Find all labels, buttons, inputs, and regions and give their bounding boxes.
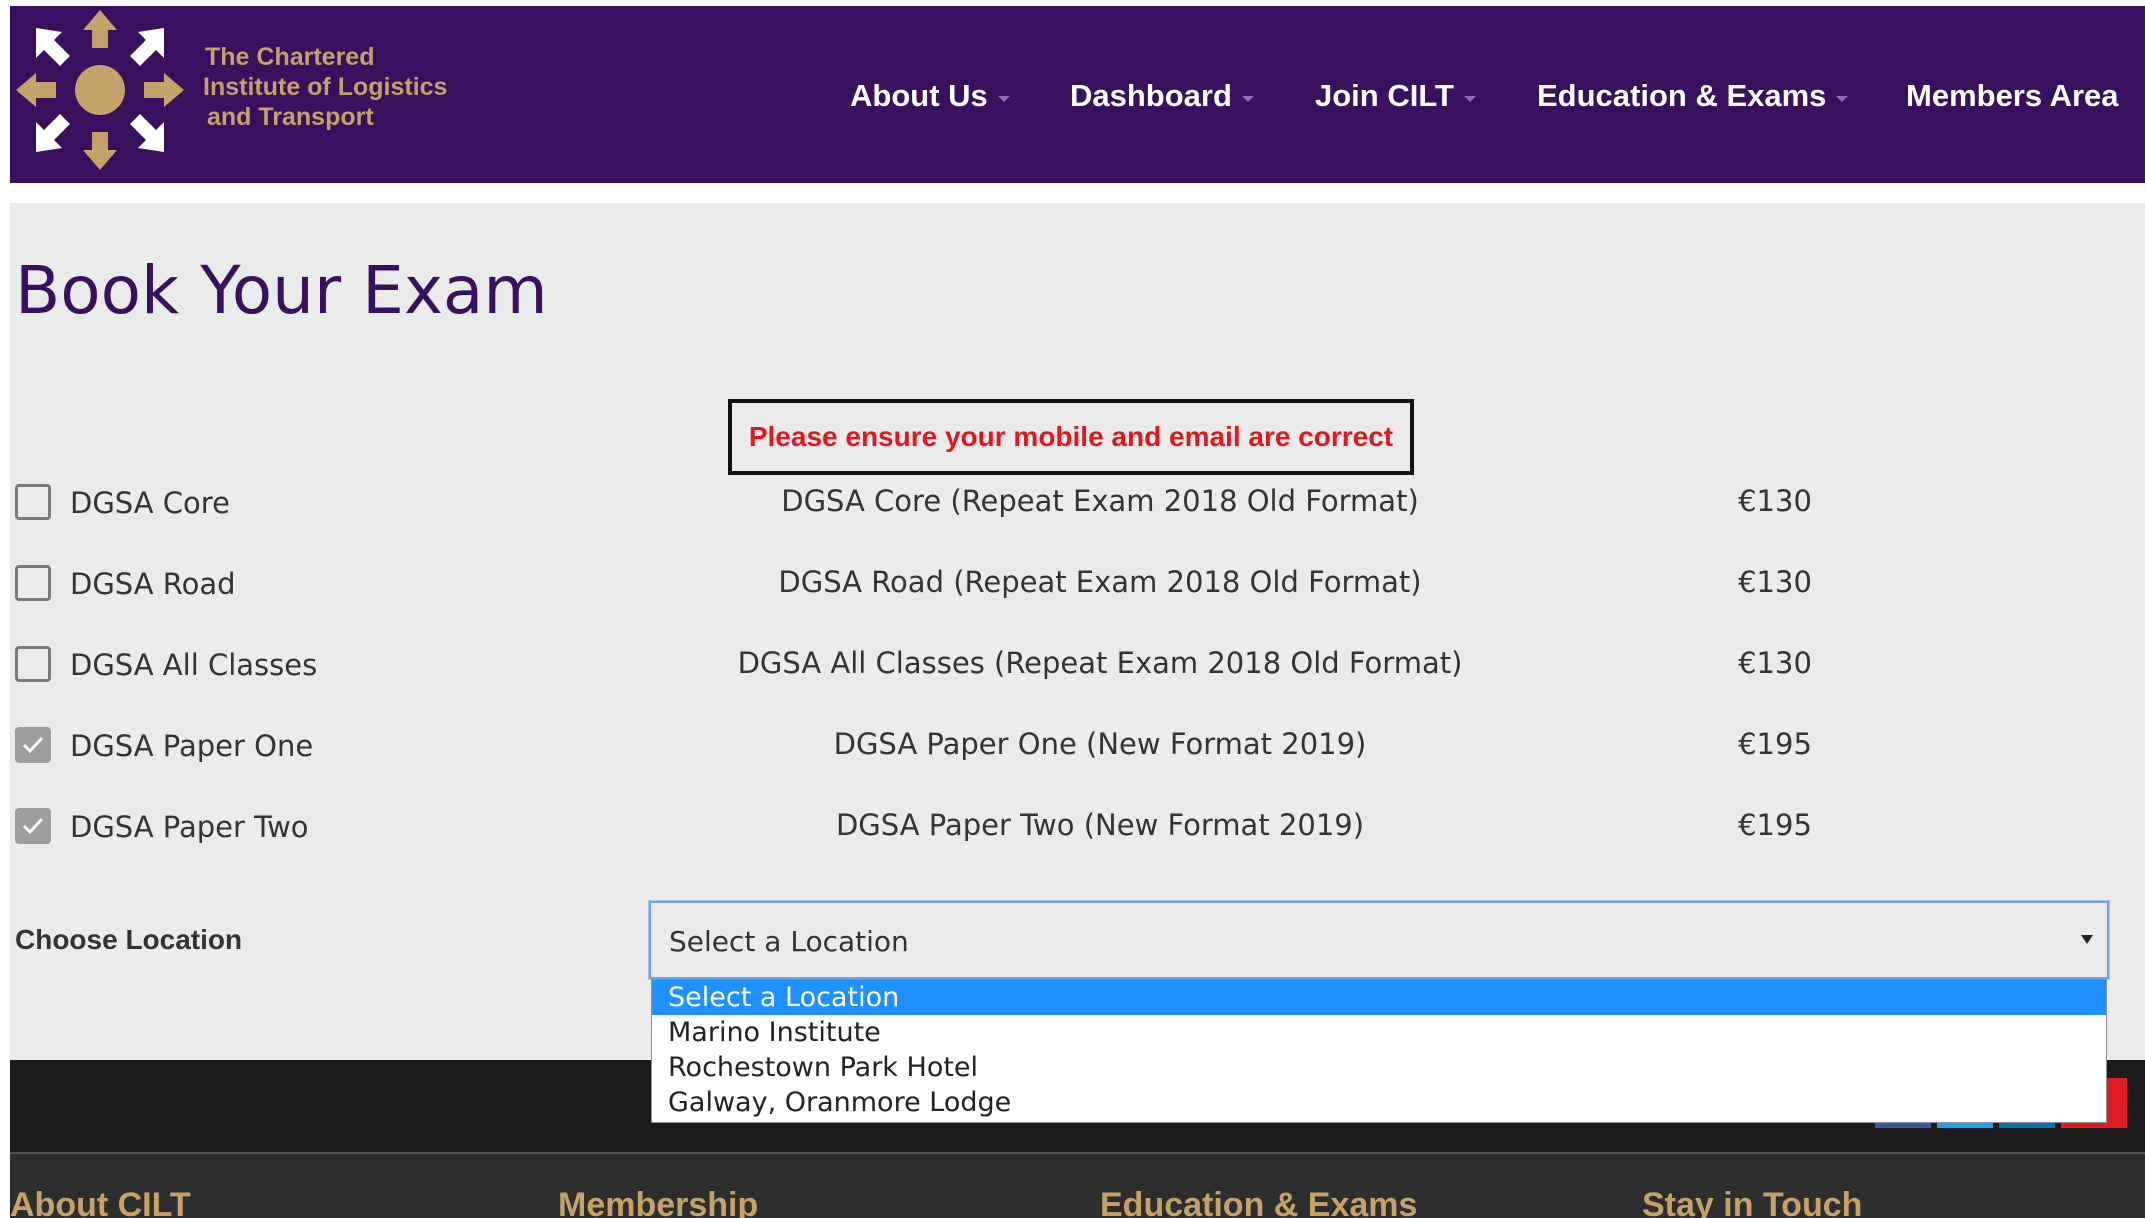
location-label: Choose Location [15,924,243,955]
nav-join-cilt[interactable]: Join CILT [1315,78,1476,114]
checkmark-icon [22,736,44,754]
nav-label: Join CILT [1315,78,1454,113]
exam-name: DGSA Paper Two [70,810,309,844]
exam-name: DGSA All Classes [70,648,318,682]
nav-label: Members Area [1906,78,2119,113]
exam-name: DGSA Paper One [70,729,314,763]
exam-checkbox[interactable] [15,565,51,601]
location-option[interactable]: Rochestown Park Hotel [652,1050,2106,1085]
notice-banner: Please ensure your mobile and email are … [728,399,1414,475]
location-option[interactable]: Marino Institute [652,1015,2106,1050]
exam-row: DGSA Core DGSA Core (Repeat Exam 2018 Ol… [10,476,2145,536]
exam-description: DGSA Paper Two (New Format 2019) [835,808,1365,842]
footer-heading-about[interactable]: About CILT [10,1186,191,1218]
caret-down-icon [1463,96,1476,102]
caret-down-icon [997,96,1010,102]
notice-text: Please ensure your mobile and email are … [748,421,1394,452]
org-name-line-1: The Chartered [205,43,375,71]
site-header: The Chartered Institute of Logistics and… [10,6,2145,183]
header-divider [10,183,2145,203]
browser-page: The Chartered Institute of Logistics and… [10,6,2145,1218]
exam-description: DGSA Paper One (New Format 2019) [833,727,1367,761]
exam-checkbox[interactable] [15,646,51,682]
caret-down-icon [1241,96,1254,102]
exam-price: €195 [1738,808,1812,842]
exam-name: DGSA Road [70,567,236,601]
exam-row: DGSA All Classes DGSA All Classes (Repea… [10,638,2145,698]
page-title: Book Your Exam [15,252,548,329]
org-name-line-3: and Transport [207,103,374,131]
exam-checkbox[interactable] [15,727,51,763]
exam-description: DGSA All Classes (Repeat Exam 2018 Old F… [737,646,1463,680]
exam-price: €130 [1738,484,1812,518]
exam-name: DGSA Core [70,486,230,520]
nav-education-exams[interactable]: Education & Exams [1537,78,1849,114]
cilt-logo-icon[interactable] [14,10,186,170]
nav-label: About Us [850,78,988,113]
footer-heading-stay-in-touch[interactable]: Stay in Touch [1642,1186,1862,1218]
exam-checkbox[interactable] [15,808,51,844]
dropdown-arrow-icon [2081,935,2093,944]
exam-row: DGSA Paper One DGSA Paper One (New Forma… [10,719,2145,779]
exam-description: DGSA Core (Repeat Exam 2018 Old Format) [781,484,1419,518]
footer-heading-membership[interactable]: Membership [558,1186,758,1218]
exam-price: €195 [1738,727,1812,761]
caret-down-icon [1836,96,1849,102]
exam-checkbox[interactable] [15,484,51,520]
exam-price: €130 [1738,646,1812,680]
nav-dashboard[interactable]: Dashboard [1070,78,1254,114]
org-name-line-2: Institute of Logistics [203,73,448,101]
footer-heading-education[interactable]: Education & Exams [1100,1186,1417,1218]
site-footer: About CILT Membership Education & Exams … [10,1154,2145,1218]
location-option[interactable]: Galway, Oranmore Lodge [652,1085,2106,1120]
location-select-value: Select a Location [669,925,909,958]
location-option[interactable]: Select a Location [652,980,2106,1015]
location-dropdown-list: Select a Location Marino Institute Roche… [651,979,2107,1123]
checkmark-icon [22,817,44,835]
org-name[interactable]: The Chartered Institute of Logistics and… [203,42,525,132]
nav-label: Education & Exams [1537,78,1827,113]
exam-row: DGSA Paper Two DGSA Paper Two (New Forma… [10,800,2145,860]
exam-row: DGSA Road DGSA Road (Repeat Exam 2018 Ol… [10,557,2145,617]
exam-price: €130 [1738,565,1812,599]
nav-label: Dashboard [1070,78,1232,113]
exam-description: DGSA Road (Repeat Exam 2018 Old Format) [778,565,1422,599]
nav-members-area[interactable]: Members Area [1906,78,2119,114]
location-select[interactable]: Select a Location [649,901,2109,979]
nav-about-us[interactable]: About Us [850,78,1010,114]
